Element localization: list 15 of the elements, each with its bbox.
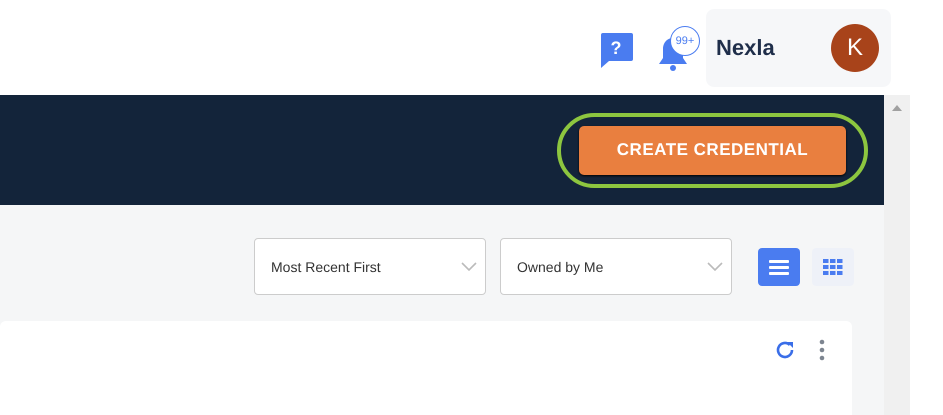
chevron-down-icon (461, 262, 477, 272)
more-options-icon[interactable] (819, 338, 825, 362)
user-menu[interactable]: Nexla K (706, 8, 891, 86)
grid-view-button[interactable] (812, 248, 854, 286)
help-icon[interactable]: ? (598, 30, 634, 68)
grid-icon (823, 258, 843, 274)
avatar: K (831, 24, 879, 72)
list-view-button[interactable] (758, 248, 800, 286)
list-icon (769, 258, 789, 274)
scrollbar[interactable] (884, 95, 910, 415)
scroll-up-icon[interactable] (892, 105, 902, 111)
chevron-down-icon (707, 262, 723, 272)
sort-dropdown[interactable]: Owned by Me (500, 238, 732, 295)
notification-badge: 99+ (670, 26, 700, 56)
sort-dropdown[interactable]: Most Recent First (254, 238, 486, 295)
